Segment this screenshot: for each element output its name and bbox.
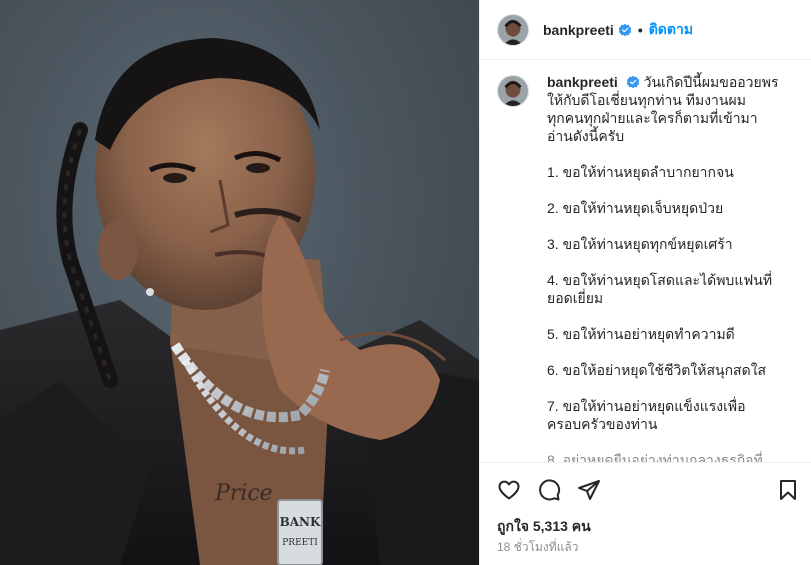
caption-intro-line: วันเกิดปีนี้ผมขออวยพร bbox=[643, 74, 779, 90]
post-side-panel: bankpreeti • ติดตาม bankpreeti วันเกิดปี… bbox=[479, 0, 811, 565]
post-photo[interactable]: Price BANK PREETI bbox=[0, 0, 479, 565]
wish-item: 4. ขอให้ท่านหยุดโสดและได้พบแฟนที่ยอดเยี่… bbox=[547, 271, 796, 307]
wish-text: 7. ขอให้ท่านอย่าหยุดแข็งแรงเพื่อครอบครัว… bbox=[547, 398, 746, 432]
likes-count[interactable]: ถูกใจ 5,313 คน bbox=[497, 516, 591, 538]
wish-item: 6. ขอให้อย่าหยุดใช้ชีวิตให้สนุกสดใส bbox=[547, 361, 796, 379]
wish-item: 3. ขอให้ท่านหยุดทุกข์หยุดเศร้า bbox=[547, 235, 796, 253]
caption-row: bankpreeti วันเกิดปีนี้ผมขออวยพร ให้กับด… bbox=[497, 73, 796, 462]
heart-icon bbox=[498, 480, 520, 500]
wish-list: 1. ขอให้ท่านหยุดลำบากยากจน 2. ขอให้ท่านห… bbox=[547, 163, 796, 462]
wish-item: 7. ขอให้ท่านอย่าหยุดแข็งแรงเพื่อครอบครัว… bbox=[547, 397, 796, 433]
follow-button[interactable]: ติดตาม bbox=[649, 19, 693, 41]
caption-line: bankpreeti วันเกิดปีนี้ผมขออวยพร bbox=[547, 73, 796, 91]
wish-text: 6. ขอให้อย่าหยุดใช้ชีวิตให้สนุกสดใส bbox=[547, 362, 767, 378]
wish-text: 4. ขอให้ท่านหยุดโสดและได้พบแฟนที่ยอดเยี่… bbox=[547, 272, 773, 306]
caption-intro-line: อ่านดังนี้ครับ bbox=[547, 128, 625, 144]
caption-scroll-area[interactable]: bankpreeti วันเกิดปีนี้ผมขออวยพร ให้กับด… bbox=[480, 61, 811, 462]
caption-text: bankpreeti วันเกิดปีนี้ผมขออวยพร ให้กับด… bbox=[547, 73, 796, 462]
wish-item: 5. ขอให้ท่านอย่าหยุดทำความดี bbox=[547, 325, 796, 343]
author-username[interactable]: bankpreeti bbox=[543, 22, 614, 38]
pendant-text-1: BANK bbox=[280, 515, 321, 529]
verified-badge-icon bbox=[618, 23, 632, 36]
like-button[interactable] bbox=[497, 478, 521, 502]
wish-item: 2. ขอให้ท่านหยุดเจ็บหยุดป่วย bbox=[547, 199, 796, 217]
post-header: bankpreeti • ติดตาม bbox=[480, 0, 811, 60]
wish-text: 8. อย่าหยุดยืนอย่างท่ามกลางธุรกิจที่ bbox=[547, 452, 763, 462]
bookmark-icon bbox=[780, 480, 796, 500]
caption-intro-line: ทุกคนทุกฝ่ายและใครก็ตามที่เข้ามา bbox=[547, 110, 758, 126]
avatar-image bbox=[498, 14, 528, 45]
portrait-image: Price BANK PREETI bbox=[0, 38, 479, 565]
wish-text: 2. ขอให้ท่านหยุดเจ็บหยุดป่วย bbox=[547, 200, 724, 216]
verified-badge-icon bbox=[626, 75, 640, 89]
wish-item: 8. อย่าหยุดยืนอย่างท่ามกลางธุรกิจที่ bbox=[547, 451, 796, 462]
actions-divider bbox=[480, 462, 811, 463]
caption-intro-line: ให้กับดีโอเชี่ยนทุกท่าน ทีมงานผม bbox=[547, 92, 746, 108]
post-timestamp[interactable]: 18 ชั่วโมงที่แล้ว bbox=[497, 538, 579, 557]
pendant-text-2: PREETI bbox=[282, 538, 318, 548]
wish-text: 3. ขอให้ท่านหยุดทุกข์หยุดเศร้า bbox=[547, 236, 733, 252]
header-separator: • bbox=[637, 21, 643, 38]
wish-item: 1. ขอให้ท่านหยุดลำบากยากจน bbox=[547, 163, 796, 181]
author-avatar[interactable] bbox=[497, 13, 529, 46]
save-button[interactable] bbox=[776, 478, 800, 502]
post-actions bbox=[480, 472, 811, 508]
avatar-image bbox=[498, 76, 528, 106]
comment-icon bbox=[539, 479, 561, 501]
comment-button[interactable] bbox=[537, 478, 561, 502]
caption-avatar[interactable] bbox=[497, 75, 529, 107]
wish-text: 1. ขอให้ท่านหยุดลำบากยากจน bbox=[547, 164, 734, 180]
send-icon bbox=[578, 480, 600, 500]
caption-username[interactable]: bankpreeti bbox=[547, 74, 618, 90]
wish-text: 5. ขอให้ท่านอย่าหยุดทำความดี bbox=[547, 326, 735, 342]
tattoo-text: Price bbox=[214, 481, 273, 506]
share-button[interactable] bbox=[577, 478, 601, 502]
